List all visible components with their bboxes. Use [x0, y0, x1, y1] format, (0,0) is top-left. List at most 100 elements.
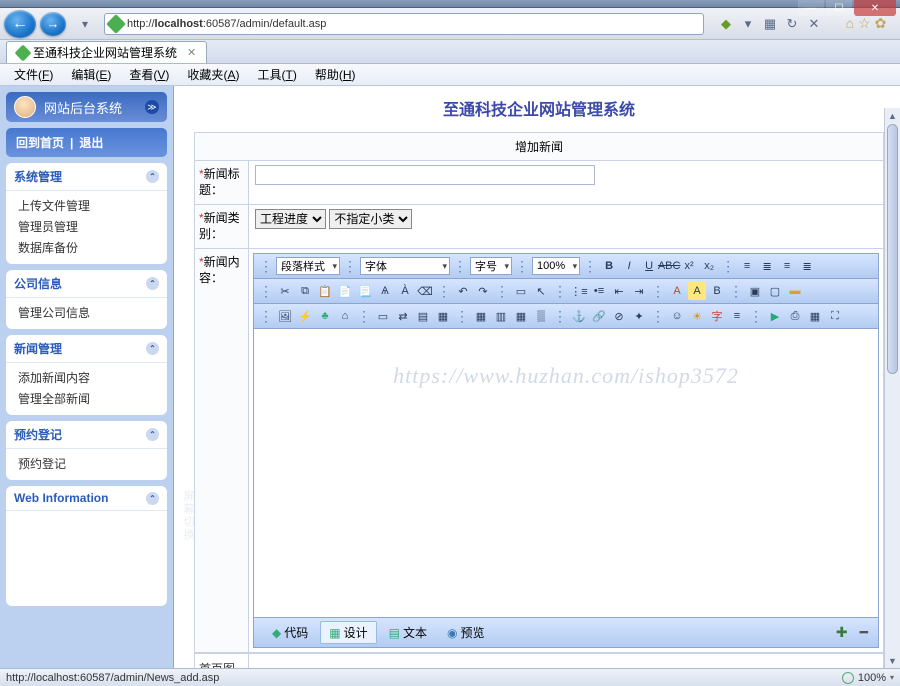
window-icon[interactable]: ▣	[746, 282, 764, 300]
pointer-icon[interactable]: ↖	[532, 282, 550, 300]
security-icon[interactable]: ◆	[718, 16, 734, 32]
copy-icon[interactable]: ⧉	[296, 282, 314, 300]
nav-dropdown-icon[interactable]: ▾	[740, 16, 756, 32]
sidebar-item[interactable]: 上传文件管理	[18, 195, 167, 216]
source-icon[interactable]: ▶	[766, 307, 784, 325]
find-icon[interactable]: Ѧ	[376, 282, 394, 300]
redo-icon[interactable]: ↷	[474, 282, 492, 300]
sidebar-header-arrow-icon[interactable]: ≫	[145, 100, 159, 114]
sidebar-item[interactable]: 管理全部新闻	[18, 388, 167, 409]
highlight-icon[interactable]: B	[708, 282, 726, 300]
editor-tab-preview[interactable]: ◉预览	[439, 622, 493, 643]
remove-format-icon[interactable]: ⌫	[416, 282, 434, 300]
paragraph-style-select[interactable]: 段落样式	[276, 257, 340, 275]
art-text-icon[interactable]: 字	[708, 307, 726, 325]
paste-icon[interactable]: 📋	[316, 282, 334, 300]
undo-icon[interactable]: ↶	[454, 282, 472, 300]
font-size-select[interactable]: 字号	[470, 257, 512, 275]
link-icon[interactable]: 🔗	[590, 307, 608, 325]
tab-close-icon[interactable]: ✕	[187, 46, 196, 59]
time-icon[interactable]: ▥	[492, 307, 510, 325]
align-right-button[interactable]: ≡	[778, 257, 796, 275]
hr-icon[interactable]: ▭	[374, 307, 392, 325]
category-select[interactable]: 工程进度	[255, 209, 326, 229]
menu-edit[interactable]: 编辑(E)	[63, 64, 119, 85]
panel-toggle-icon[interactable]: ⌃	[146, 277, 159, 290]
frame-icon[interactable]: ▢	[766, 282, 784, 300]
news-title-input[interactable]	[255, 165, 595, 185]
calendar-icon[interactable]: ▦	[472, 307, 490, 325]
editor-shrink-icon[interactable]: ━	[856, 624, 872, 641]
pagebreak-icon[interactable]: ≡	[728, 307, 746, 325]
emoji-icon[interactable]: ☺	[668, 307, 686, 325]
sidebar-item[interactable]: 管理公司信息	[18, 302, 167, 323]
numbered-list-icon[interactable]: ⋮≡	[570, 282, 588, 300]
outdent-icon[interactable]: ⇤	[610, 282, 628, 300]
replace-icon[interactable]: À	[396, 282, 414, 300]
map-icon[interactable]: ✦	[630, 307, 648, 325]
text-color-icon[interactable]: A	[668, 282, 686, 300]
align-justify-button[interactable]: ≣	[798, 257, 816, 275]
window-minimize[interactable]: —	[798, 0, 824, 16]
indent-icon[interactable]: ⇥	[630, 282, 648, 300]
unlink-icon[interactable]: ⊘	[610, 307, 628, 325]
nav-logout-link[interactable]: 退出	[79, 134, 103, 151]
scroll-up-icon[interactable]: ▲	[885, 108, 900, 123]
editor-textarea[interactable]: https://www.huzhan.com/ishop3572	[254, 329, 878, 617]
align-left-button[interactable]: ≡	[738, 257, 756, 275]
subscript-button[interactable]: x₂	[700, 257, 718, 275]
print-icon[interactable]: ⎙	[786, 307, 804, 325]
vertical-scrollbar[interactable]: ▲ ▼	[884, 108, 900, 668]
editor-tab-code[interactable]: ◆代码	[264, 622, 316, 643]
paste-word-icon[interactable]: 📃	[356, 282, 374, 300]
scroll-down-icon[interactable]: ▼	[885, 653, 900, 668]
favorites-icon[interactable]: ☆	[858, 15, 871, 32]
underline-button[interactable]: U	[640, 257, 658, 275]
flash-icon[interactable]: ⚡	[296, 307, 314, 325]
editor-tab-design[interactable]: ▦设计	[320, 621, 376, 644]
editor-tab-text[interactable]: ▤文本	[381, 622, 435, 643]
media-icon[interactable]: ♣	[316, 307, 334, 325]
layer-icon[interactable]: ▬	[786, 282, 804, 300]
cut-icon[interactable]: ✂	[276, 282, 294, 300]
menu-file[interactable]: 文件(F)	[6, 64, 61, 85]
zoom-dropdown-icon[interactable]: ▾	[890, 673, 894, 682]
subcategory-select[interactable]: 不指定小类	[329, 209, 412, 229]
menu-view[interactable]: 查看(V)	[121, 64, 177, 85]
align-center-button[interactable]: ≣	[758, 257, 776, 275]
bullet-list-icon[interactable]: •≡	[590, 282, 608, 300]
font-select[interactable]: 字体	[360, 257, 450, 275]
window-close[interactable]: ✕	[854, 0, 896, 16]
layer2-icon[interactable]: ▤	[414, 307, 432, 325]
scroll-thumb[interactable]	[887, 124, 898, 374]
paste-text-icon[interactable]: 📄	[336, 282, 354, 300]
panel-toggle-icon[interactable]: ⌃	[146, 342, 159, 355]
stop-icon[interactable]: ✕	[806, 16, 822, 32]
panel-toggle-icon[interactable]: ⌃	[146, 170, 159, 183]
equation-icon[interactable]: ▒	[532, 307, 550, 325]
image-icon[interactable]: 🖼	[276, 307, 294, 325]
settings2-icon[interactable]: ▦	[806, 307, 824, 325]
sidebar-item[interactable]: 管理员管理	[18, 216, 167, 237]
bold-button[interactable]: B	[600, 257, 618, 275]
browser-tab[interactable]: 至通科技企业网站管理系统 ✕	[6, 41, 207, 63]
select-icon[interactable]: ▭	[512, 282, 530, 300]
settings-icon[interactable]: ✿	[875, 15, 887, 32]
sidebar-item[interactable]: 添加新闻内容	[18, 367, 167, 388]
nav-forward-button[interactable]: →	[40, 12, 66, 36]
menu-help[interactable]: 帮助(H)	[307, 64, 364, 85]
symbol-icon[interactable]: ▦	[512, 307, 530, 325]
menu-favorites[interactable]: 收藏夹(A)	[179, 64, 247, 85]
special-char-icon[interactable]: ☀	[688, 307, 706, 325]
nav-home-link[interactable]: 回到首页	[16, 134, 64, 151]
sidebar-collapse-label[interactable]: 屏幕切换	[180, 490, 196, 542]
panel-toggle-icon[interactable]: ⌃	[146, 492, 159, 505]
strikethrough-button[interactable]: ABC	[660, 257, 678, 275]
marquee-icon[interactable]: ⇄	[394, 307, 412, 325]
table-icon[interactable]: ▦	[434, 307, 452, 325]
italic-button[interactable]: I	[620, 257, 638, 275]
refresh-icon[interactable]: ↻	[784, 16, 800, 32]
menu-tools[interactable]: 工具(T)	[249, 64, 304, 85]
zoom-icon[interactable]	[842, 672, 854, 684]
superscript-button[interactable]: x²	[680, 257, 698, 275]
